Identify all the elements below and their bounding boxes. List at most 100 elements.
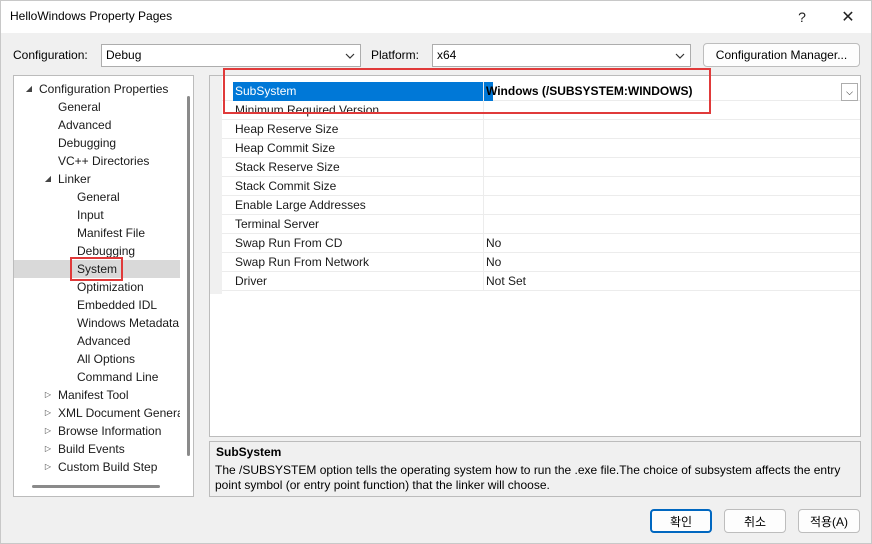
tree-item[interactable]: All Options xyxy=(14,350,180,368)
property-value[interactable]: No xyxy=(483,253,860,272)
property-pages-dialog: HelloWindows Property Pages ? ✕ Configur… xyxy=(0,0,872,544)
collapsed-arrow-icon[interactable]: ▷ xyxy=(43,440,53,458)
tree-item[interactable]: VC++ Directories xyxy=(14,152,180,170)
property-value[interactable] xyxy=(483,196,860,215)
property-name: Heap Commit Size xyxy=(235,141,336,155)
property-row[interactable]: Stack Commit Size xyxy=(222,177,860,196)
property-name: SubSystem xyxy=(233,82,493,101)
property-row[interactable]: Swap Run From Network No xyxy=(222,253,860,272)
tree-item-label: All Options xyxy=(77,352,136,366)
title-bar: HelloWindows Property Pages ? ✕ xyxy=(1,1,871,33)
property-value[interactable] xyxy=(483,158,860,177)
help-button[interactable]: ? xyxy=(779,1,825,33)
property-name: Stack Commit Size xyxy=(235,179,337,193)
property-value[interactable] xyxy=(483,177,860,196)
property-name: Terminal Server xyxy=(235,217,320,231)
property-row[interactable]: Stack Reserve Size xyxy=(222,158,860,177)
tree-item-label: Optimization xyxy=(77,280,144,294)
tree-item-label: Input xyxy=(77,208,104,222)
configuration-manager-button[interactable]: Configuration Manager... xyxy=(703,43,860,67)
tree-item-label: Manifest File xyxy=(77,226,146,240)
tree-item-label: Linker xyxy=(58,172,91,186)
tree-item[interactable]: ▷ Manifest Tool xyxy=(14,386,180,404)
tree-item-label: Build Events xyxy=(58,442,125,456)
property-row[interactable]: SubSystem Windows (/SUBSYSTEM:WINDOWS) xyxy=(222,82,860,101)
tree-item[interactable]: Advanced xyxy=(14,332,180,350)
tree-item-label: Manifest Tool xyxy=(58,388,129,402)
ok-button[interactable]: 확인 xyxy=(650,509,712,533)
collapsed-arrow-icon[interactable]: ▷ xyxy=(43,458,53,476)
description-panel: SubSystem The /SUBSYSTEM option tells th… xyxy=(209,441,861,497)
cancel-button[interactable]: 취소 xyxy=(724,509,786,533)
tree-item-label: Debugging xyxy=(77,244,136,258)
configuration-label: Configuration: xyxy=(13,48,88,62)
property-value[interactable] xyxy=(483,139,860,158)
tree-item[interactable]: ▷ Build Events xyxy=(14,440,180,458)
tree-item[interactable]: ◢ Linker xyxy=(14,170,180,188)
platform-label: Platform: xyxy=(371,48,420,62)
window-title: HelloWindows Property Pages xyxy=(10,9,173,23)
tree-item[interactable]: General xyxy=(14,188,180,206)
tree-item[interactable]: ▷ XML Document Generator xyxy=(14,404,180,422)
description-text: The /SUBSYSTEM option tells the operatin… xyxy=(215,463,841,492)
platform-dropdown[interactable]: x64 xyxy=(432,44,691,67)
tree-item-label: Windows Metadata xyxy=(77,316,180,330)
tree-item[interactable]: Advanced xyxy=(14,116,180,134)
tree-vertical-scrollbar[interactable] xyxy=(187,96,190,456)
property-value[interactable] xyxy=(483,215,860,234)
category-tree[interactable]: ◢ Configuration Properties General Advanced… xyxy=(13,75,194,497)
chevron-down-icon xyxy=(674,45,686,66)
property-value[interactable]: Windows (/SUBSYSTEM:WINDOWS) xyxy=(483,82,860,101)
property-row[interactable]: Terminal Server xyxy=(222,215,860,234)
collapsed-arrow-icon[interactable]: ▷ xyxy=(43,422,53,440)
help-icon: ? xyxy=(798,9,806,25)
value-dropdown-button[interactable]: ⌵ xyxy=(841,83,858,101)
collapsed-arrow-icon[interactable]: ▷ xyxy=(43,386,53,404)
property-name: Heap Reserve Size xyxy=(235,122,339,136)
property-value[interactable]: Not Set xyxy=(483,272,860,291)
property-row[interactable]: Driver Not Set xyxy=(222,272,860,291)
tree-item[interactable]: Debugging xyxy=(14,134,180,152)
apply-button[interactable]: 적용(A) xyxy=(798,509,860,533)
tree-item-label: General xyxy=(77,190,120,204)
tree-item-label: VC++ Directories xyxy=(58,154,150,168)
property-row[interactable]: Heap Reserve Size xyxy=(222,120,860,139)
tree-item[interactable]: Optimization xyxy=(14,278,180,296)
tree-item-label: Advanced xyxy=(58,118,112,132)
property-value[interactable] xyxy=(483,101,860,120)
tree-item[interactable]: Input xyxy=(14,206,180,224)
tree-item-label: Debugging xyxy=(58,136,117,150)
property-row[interactable]: Minimum Required Version xyxy=(222,101,860,120)
tree-item-label: Custom Build Step xyxy=(58,460,158,474)
tree-item[interactable]: Embedded IDL xyxy=(14,296,180,314)
tree-item[interactable]: System xyxy=(14,260,180,278)
tree-item-label: Advanced xyxy=(77,334,131,348)
tree-item[interactable]: Windows Metadata xyxy=(14,314,180,332)
chevron-down-icon: ⌵ xyxy=(846,86,853,97)
property-value[interactable]: No xyxy=(483,234,860,253)
tree-item[interactable]: ▷ Custom Build Step xyxy=(14,458,180,476)
property-name: Stack Reserve Size xyxy=(235,160,340,174)
tree-item[interactable]: ◢ Configuration Properties xyxy=(14,80,180,98)
configuration-value: Debug xyxy=(106,48,142,62)
expanded-arrow-icon[interactable]: ◢ xyxy=(24,80,34,98)
property-row[interactable]: Swap Run From CD No xyxy=(222,234,860,253)
tree-item-label: XML Document Generator xyxy=(58,406,180,420)
collapsed-arrow-icon[interactable]: ▷ xyxy=(43,404,53,422)
configuration-dropdown[interactable]: Debug xyxy=(101,44,361,67)
tree-item[interactable]: General xyxy=(14,98,180,116)
tree-item[interactable]: Command Line xyxy=(14,368,180,386)
property-grid: SubSystem Windows (/SUBSYSTEM:WINDOWS) Min… xyxy=(209,75,861,437)
close-icon: ✕ xyxy=(841,9,855,26)
tree-horizontal-scrollbar[interactable] xyxy=(32,485,160,488)
property-value[interactable] xyxy=(483,120,860,139)
tree-item-label: General xyxy=(58,100,101,114)
tree-item[interactable]: Debugging xyxy=(14,242,180,260)
property-name: Swap Run From CD xyxy=(235,236,343,250)
tree-item[interactable]: ▷ Browse Information xyxy=(14,422,180,440)
property-row[interactable]: Enable Large Addresses xyxy=(222,196,860,215)
tree-item[interactable]: Manifest File xyxy=(14,224,180,242)
close-button[interactable]: ✕ xyxy=(825,1,871,33)
property-row[interactable]: Heap Commit Size xyxy=(222,139,860,158)
expanded-arrow-icon[interactable]: ◢ xyxy=(43,170,53,188)
